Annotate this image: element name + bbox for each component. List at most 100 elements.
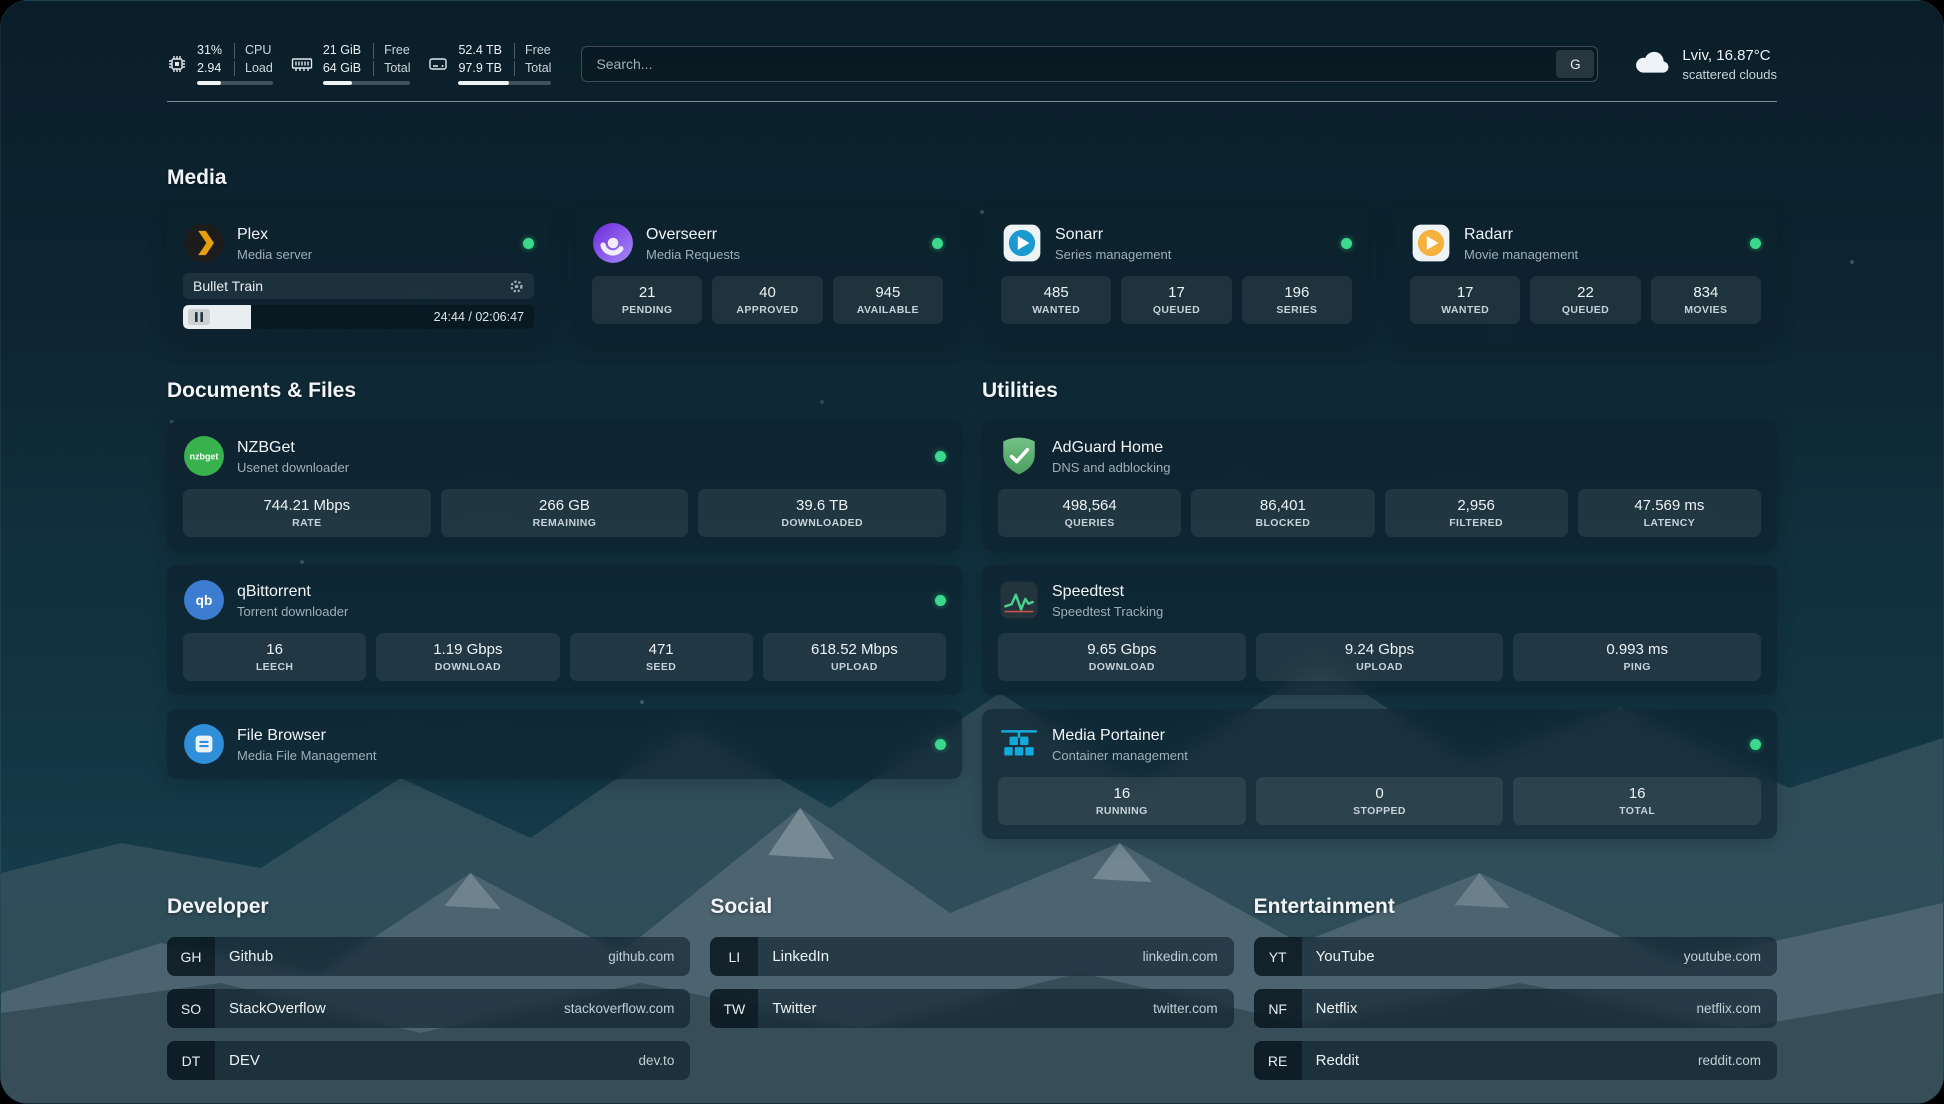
service-name: Media Portainer: [1052, 726, 1188, 746]
cpu-usage-value: 31%: [197, 43, 234, 59]
search-input[interactable]: [581, 46, 1598, 82]
stat-tile: 945 AVAILABLE: [833, 276, 943, 324]
gear-icon[interactable]: [509, 279, 524, 294]
service-card-nzbget[interactable]: nzbget NZBGet Usenet downloader 744.21 M…: [167, 421, 962, 551]
bookmark-row-reddit[interactable]: RE Reddit reddit.com: [1254, 1041, 1777, 1080]
disk-free-label: Free: [514, 43, 551, 59]
section-title-documents: Documents & Files: [167, 379, 962, 403]
stats-grid: 498,564 QUERIES 86,401 BLOCKED 2,956 FIL…: [998, 489, 1761, 537]
stat-label: STOPPED: [1262, 805, 1498, 817]
bookmark-name: Github: [229, 948, 273, 965]
service-meta: Radarr Movie management: [1464, 225, 1578, 262]
stat-tile: 16 RUNNING: [998, 777, 1246, 825]
stat-value: 17: [1127, 284, 1225, 301]
memory-free-label: Free: [373, 43, 410, 59]
bookmark-row-dev[interactable]: DT DEV dev.to: [167, 1041, 690, 1080]
service-card-plex[interactable]: Plex Media server Bullet Train 24:44 / 0…: [167, 208, 550, 343]
status-dot: [935, 451, 946, 462]
bookmark-name: LinkedIn: [772, 948, 829, 965]
stat-label: RATE: [189, 517, 425, 529]
weather-widget: Lviv, 16.87°C scattered clouds: [1634, 47, 1777, 82]
service-meta: qBittorrent Torrent downloader: [237, 582, 348, 619]
service-desc: DNS and adblocking: [1052, 460, 1171, 475]
service-name: Overseerr: [646, 225, 740, 245]
stat-tile: 266 GB REMAINING: [441, 489, 689, 537]
stat-tile: 744.21 Mbps RATE: [183, 489, 431, 537]
stat-value: 196: [1248, 284, 1346, 301]
bookmark-name: Twitter: [772, 1000, 816, 1017]
service-card-sonarr[interactable]: Sonarr Series management 485 WANTED 17 Q…: [985, 208, 1368, 343]
service-card-media-portainer[interactable]: Media Portainer Container management 16 …: [982, 709, 1777, 839]
stat-label: DOWNLOAD: [1004, 661, 1240, 673]
service-card-overseerr[interactable]: Overseerr Media Requests 21 PENDING 40 A…: [576, 208, 959, 343]
service-card-file-browser[interactable]: File Browser Media File Management: [167, 709, 962, 779]
bookmark-abbr: NF: [1254, 989, 1302, 1028]
stat-value: 0: [1262, 785, 1498, 802]
service-card-adguard-home[interactable]: AdGuard Home DNS and adblocking 498,564 …: [982, 421, 1777, 551]
service-name: Radarr: [1464, 225, 1578, 245]
service-card-radarr[interactable]: Radarr Movie management 17 WANTED 22 QUE…: [1394, 208, 1777, 343]
disk-progress-bar: [458, 81, 551, 85]
search-engine-button[interactable]: G: [1556, 50, 1594, 78]
stat-tile: 22 QUEUED: [1530, 276, 1640, 324]
stat-tile: 485 WANTED: [1001, 276, 1111, 324]
section-title-media: Media: [167, 166, 1777, 190]
stat-label: PING: [1519, 661, 1755, 673]
now-playing-progress[interactable]: 24:44 / 02:06:47: [183, 305, 534, 329]
cpu-progress-fill: [197, 81, 221, 85]
status-dot: [1341, 238, 1352, 249]
stat-label: QUEUED: [1536, 304, 1634, 316]
bookmark-url: github.com: [608, 949, 674, 964]
service-desc: Movie management: [1464, 247, 1578, 262]
service-meta: Plex Media server: [237, 225, 312, 262]
stats-grid: 485 WANTED 17 QUEUED 196 SERIES: [1001, 276, 1352, 324]
pause-button[interactable]: [188, 309, 210, 325]
bookmark-row-netflix[interactable]: NF Netflix netflix.com: [1254, 989, 1777, 1028]
stat-label: LEECH: [189, 661, 360, 673]
stat-value: 17: [1416, 284, 1514, 301]
bookmark-row-twitter[interactable]: TW Twitter twitter.com: [710, 989, 1233, 1028]
disk-progress-fill: [458, 81, 508, 85]
bookmark-rows: LI LinkedIn linkedin.com TW Twitter twit…: [710, 937, 1233, 1028]
stat-value: 86,401: [1197, 497, 1368, 514]
stat-value: 0.993 ms: [1519, 641, 1755, 658]
service-card-speedtest[interactable]: Speedtest Speedtest Tracking 9.65 Gbps D…: [982, 565, 1777, 695]
stat-label: FILTERED: [1391, 517, 1562, 529]
bookmark-row-youtube[interactable]: YT YouTube youtube.com: [1254, 937, 1777, 976]
stat-label: LATENCY: [1584, 517, 1755, 529]
stat-label: BLOCKED: [1197, 517, 1368, 529]
stat-tile: 834 MOVIES: [1651, 276, 1761, 324]
bookmark-row-stackoverflow[interactable]: SO StackOverflow stackoverflow.com: [167, 989, 690, 1028]
utilities-cards: AdGuard Home DNS and adblocking 498,564 …: [982, 421, 1777, 839]
bookmark-abbr: RE: [1254, 1041, 1302, 1080]
stat-label: WANTED: [1416, 304, 1514, 316]
weather-condition: scattered clouds: [1682, 67, 1777, 82]
stat-value: 47.569 ms: [1584, 497, 1755, 514]
bookmark-group-entertainment: Entertainment YT YouTube youtube.com NF …: [1254, 895, 1777, 1080]
service-meta: Overseerr Media Requests: [646, 225, 740, 262]
service-desc: Torrent downloader: [237, 604, 348, 619]
stat-tile: 498,564 QUERIES: [998, 489, 1181, 537]
stat-label: DOWNLOAD: [382, 661, 553, 673]
stats-grid: 17 WANTED 22 QUEUED 834 MOVIES: [1410, 276, 1761, 324]
bookmark-row-github[interactable]: GH Github github.com: [167, 937, 690, 976]
memory-icon: [291, 54, 313, 74]
bookmark-abbr: SO: [167, 989, 215, 1028]
bookmark-row-linkedin[interactable]: LI LinkedIn linkedin.com: [710, 937, 1233, 976]
now-playing-title: Bullet Train: [193, 278, 263, 294]
service-meta: Media Portainer Container management: [1052, 726, 1188, 763]
svg-text:qb: qb: [196, 594, 213, 609]
service-name: AdGuard Home: [1052, 438, 1171, 458]
service-desc: Usenet downloader: [237, 460, 349, 475]
stat-tile: 9.24 Gbps UPLOAD: [1256, 633, 1504, 681]
stats-grid: 16 LEECH 1.19 Gbps DOWNLOAD 471 SEED 618…: [183, 633, 946, 681]
stat-label: UPLOAD: [1262, 661, 1498, 673]
bookmark-abbr: DT: [167, 1041, 215, 1080]
service-meta: NZBGet Usenet downloader: [237, 438, 349, 475]
service-card-qbittorrent[interactable]: qb qBittorrent Torrent downloader 16 LEE…: [167, 565, 962, 695]
memory-widget: 21 GiB Free 64 GiB Total: [291, 43, 411, 85]
cpu-widget: 31% CPU 2.94 Load: [167, 43, 273, 85]
service-name: Speedtest: [1052, 582, 1163, 602]
resource-widgets: 31% CPU 2.94 Load 21 GiB: [167, 43, 551, 85]
stat-value: 22: [1536, 284, 1634, 301]
